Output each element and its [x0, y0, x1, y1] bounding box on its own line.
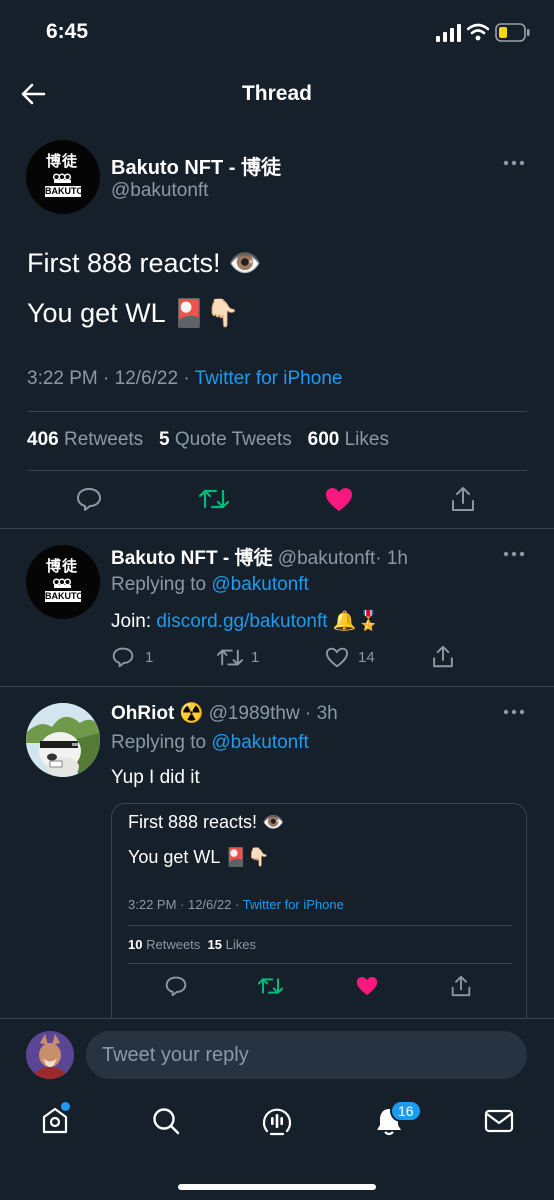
- quoted-share-icon[interactable]: [451, 975, 471, 997]
- reply1-author-name[interactable]: Bakuto NFT - 博徒: [111, 548, 273, 569]
- more-options-icon[interactable]: [503, 160, 525, 166]
- tweet-source[interactable]: Twitter for iPhone: [195, 368, 343, 389]
- reply1-handle[interactable]: @bakutonft: [278, 548, 375, 569]
- reply1-avatar[interactable]: 博徒 BAKUTO: [26, 545, 100, 619]
- likes-count: 600: [307, 429, 340, 450]
- reply1-reply-icon[interactable]: [112, 646, 134, 668]
- tab-search[interactable]: [151, 1106, 181, 1136]
- reply1-like-icon[interactable]: [325, 647, 349, 668]
- cellular-signal-icon: [436, 24, 462, 42]
- quoted-time-date: 3:22 PM · 12/6/22 ·: [128, 897, 240, 912]
- reply2-header: OhRiot ☢️ @1989thw · 3h: [111, 701, 338, 725]
- reply2-replying-to: Replying to @bakutonft: [111, 732, 309, 754]
- home-new-dot: [61, 1102, 70, 1111]
- stats-divider-top: [27, 411, 527, 412]
- avatar[interactable]: 博徒 BAKUTO: [26, 140, 100, 214]
- quoted-retweets-label: Retweets: [146, 937, 201, 952]
- quoted-retweet-icon[interactable]: [258, 976, 283, 996]
- notifications-badge: 16: [390, 1100, 422, 1122]
- stats-divider-bottom: [27, 470, 527, 471]
- quoted-likes-label: Likes: [225, 937, 256, 952]
- reply1-more-options-icon[interactable]: [503, 551, 525, 557]
- reply1-header: Bakuto NFT - 博徒 @bakutonft· 1h: [111, 543, 408, 570]
- reply1-retweet-count: 1: [251, 649, 260, 666]
- battery-icon: [495, 23, 531, 42]
- retweets-label: Retweets: [63, 429, 144, 450]
- replying-to-label: Replying to: [111, 732, 207, 753]
- retweets-count: 406: [27, 429, 59, 450]
- avatar-logo-word: BAKUTO: [45, 186, 84, 197]
- page-title: Thread: [241, 82, 312, 105]
- wifi-icon: [467, 23, 489, 41]
- reply2-more-options-icon[interactable]: [503, 709, 525, 715]
- tab-bar: 16: [0, 1090, 554, 1200]
- quotes-count: 5: [159, 429, 170, 450]
- reply1-age: · 1h: [375, 548, 408, 569]
- like-icon[interactable]: [325, 487, 353, 512]
- tweet-time: 3:22 PM: [27, 368, 98, 389]
- retweets-stat[interactable]: 406 Retweets: [27, 429, 143, 450]
- author-handle[interactable]: @bakutonft: [111, 180, 208, 202]
- tab-messages[interactable]: [484, 1107, 514, 1135]
- quoted-metadata: 3:22 PM · 12/6/22 · Twitter for iPhone: [128, 897, 344, 912]
- reply-input-placeholder: Tweet your reply: [102, 1044, 249, 1066]
- quoted-text-line1: First 888 reacts! 👁️: [128, 812, 285, 832]
- radioactive-badge-icon: ☢️: [179, 703, 204, 724]
- quoted-retweets-count: 10: [128, 937, 143, 952]
- avatar-logo-word: BAKUTO: [45, 591, 84, 602]
- reply2-avatar[interactable]: [26, 703, 100, 777]
- reply2-author-name[interactable]: OhRiot: [111, 703, 174, 724]
- tweet-text-line1: First 888 reacts! 👁️: [27, 248, 262, 278]
- tweet-date: 12/6/22: [114, 368, 179, 389]
- tweet-text-line2: You get WL 🎴👇🏻: [27, 298, 240, 328]
- reply1-retweet-icon[interactable]: [217, 647, 243, 668]
- quoted-source[interactable]: Twitter for iPhone: [243, 897, 344, 912]
- reply1-reply-count: 1: [145, 649, 154, 666]
- reply2-text: Yup I did it: [111, 767, 200, 788]
- discord-link[interactable]: discord.gg/bakutonft: [156, 611, 327, 632]
- likes-label: Likes: [344, 429, 389, 450]
- quoted-reply-icon[interactable]: [165, 975, 187, 997]
- avatar-logo-kanji: 博徒: [46, 152, 79, 170]
- section-divider: [0, 686, 554, 687]
- reply-icon[interactable]: [76, 486, 102, 512]
- reply1-text: Join: discord.gg/bakutonft 🔔🎖️: [111, 609, 380, 633]
- tweet-stats: 406 Retweets 5 Quote Tweets 600 Likes: [27, 429, 389, 451]
- replying-to-handle[interactable]: @bakutonft: [211, 732, 308, 753]
- reply1-text-prefix: Join:: [111, 611, 152, 632]
- replying-to-handle[interactable]: @bakutonft: [211, 574, 308, 595]
- quoted-like-icon[interactable]: [356, 976, 378, 996]
- quoted-tweet-card[interactable]: First 888 reacts! 👁️ You get WL 🎴👇🏻 3:22…: [111, 803, 527, 1033]
- home-indicator: [178, 1184, 376, 1190]
- quoted-text-line2: You get WL 🎴👇🏻: [128, 847, 270, 867]
- likes-stat[interactable]: 600 Likes: [308, 429, 389, 450]
- quoted-stats: 10 Retweets 15 Likes: [128, 937, 256, 952]
- replying-to-label: Replying to: [111, 574, 207, 595]
- current-user-avatar[interactable]: [26, 1031, 74, 1079]
- reply2-age: · 3h: [304, 703, 338, 724]
- tweet-metadata: 3:22 PM · 12/6/22 · Twitter for iPhone: [27, 368, 343, 389]
- tab-spaces[interactable]: [261, 1105, 293, 1137]
- avatar-logo-kanji: 博徒: [46, 557, 79, 575]
- quote-tweets-stat[interactable]: 5 Quote Tweets: [159, 429, 292, 450]
- reply1-like-count: 14: [358, 649, 375, 666]
- reply-input[interactable]: Tweet your reply: [86, 1031, 527, 1079]
- reply2-handle[interactable]: @1989thw: [209, 703, 300, 724]
- reply-composer: Tweet your reply: [0, 1018, 554, 1090]
- quotes-label: Quote Tweets: [174, 429, 292, 450]
- status-time: 6:45: [46, 20, 89, 43]
- quoted-likes-count: 15: [207, 937, 222, 952]
- author-name[interactable]: Bakuto NFT - 博徒: [111, 151, 281, 180]
- reply1-replying-to: Replying to @bakutonft: [111, 574, 309, 596]
- quoted-stats-divider: [128, 925, 512, 926]
- share-icon[interactable]: [451, 486, 475, 512]
- quoted-actions-divider: [128, 963, 512, 964]
- reply1-emojis: 🔔🎖️: [332, 611, 381, 632]
- retweet-icon[interactable]: [199, 487, 229, 511]
- notifications-count: 16: [398, 1103, 414, 1119]
- section-divider: [0, 528, 554, 529]
- reply1-share-icon[interactable]: [432, 645, 454, 668]
